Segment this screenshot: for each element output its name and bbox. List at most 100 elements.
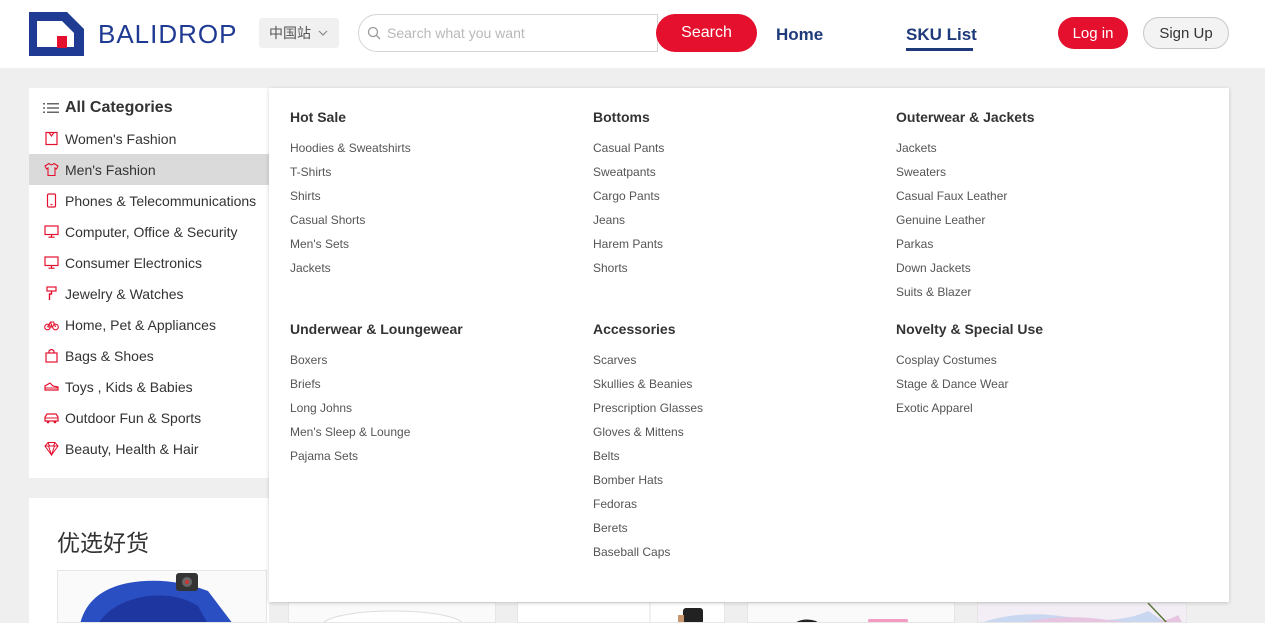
menu-link[interactable]: Men's Sleep & Lounge xyxy=(290,420,463,444)
menu-link[interactable]: Shirts xyxy=(290,184,411,208)
sidebar-item-label: Jewelry & Watches xyxy=(65,285,184,302)
menu-link[interactable]: Long Johns xyxy=(290,396,463,420)
sidebar-item-label: Computer, Office & Security xyxy=(65,223,238,240)
menu-link[interactable]: Scarves xyxy=(593,348,703,372)
menu-link[interactable]: Stage & Dance Wear xyxy=(896,372,1043,396)
menu-link[interactable]: Hoodies & Sweatshirts xyxy=(290,136,411,160)
menu-link[interactable]: Down Jackets xyxy=(896,256,1035,280)
menu-link[interactable]: Jackets xyxy=(290,256,411,280)
product-photo-fabric xyxy=(983,603,1182,622)
sidebar-item-toys-kids[interactable]: Toys , Kids & Babies xyxy=(29,371,269,402)
list-icon xyxy=(43,103,59,113)
menu-link[interactable]: Cargo Pants xyxy=(593,184,664,208)
sidebar-item-jewelry-watches[interactable]: Jewelry & Watches xyxy=(29,278,269,309)
signup-button[interactable]: Sign Up xyxy=(1143,17,1229,49)
menu-link[interactable]: Bomber Hats xyxy=(593,468,703,492)
menu-column-title[interactable]: Hot Sale xyxy=(290,108,411,126)
menu-link[interactable]: Sweaters xyxy=(896,160,1035,184)
menu-link[interactable]: Skullies & Beanies xyxy=(593,372,703,396)
menu-link[interactable]: Pajama Sets xyxy=(290,444,463,468)
product-image[interactable] xyxy=(977,602,1187,623)
shirt-icon xyxy=(44,162,59,177)
sidebar-item-label: Toys , Kids & Babies xyxy=(65,378,193,395)
monitor-icon xyxy=(44,225,59,238)
sidebar-item-beauty-health[interactable]: Beauty, Health & Hair xyxy=(29,433,269,464)
menu-link[interactable]: Jackets xyxy=(896,136,1035,160)
product-photo-wristband xyxy=(649,603,703,622)
search-button[interactable]: Search xyxy=(656,14,757,52)
menu-link[interactable]: Berets xyxy=(593,516,703,540)
menu-column-title[interactable]: Outerwear & Jackets xyxy=(896,108,1035,126)
sidebar-item-bags-shoes[interactable]: Bags & Shoes xyxy=(29,340,269,371)
menu-link[interactable]: Baseball Caps xyxy=(593,540,703,564)
diamond-icon xyxy=(44,442,59,456)
site-selector[interactable]: 中国站 xyxy=(259,18,339,48)
menu-link[interactable]: Parkas xyxy=(896,232,1035,256)
menu-column-title[interactable]: Bottoms xyxy=(593,108,664,126)
sidebar-item-label: Phones & Telecommunications xyxy=(65,192,257,209)
menu-column-title[interactable]: Novelty & Special Use xyxy=(896,320,1043,338)
menu-link[interactable]: Harem Pants xyxy=(593,232,664,256)
menu-link[interactable]: Cosplay Costumes xyxy=(896,348,1043,372)
sidebar-item-womens-fashion[interactable]: Women's Fashion xyxy=(29,123,269,154)
menu-link[interactable]: Men's Sets xyxy=(290,232,411,256)
all-categories-header[interactable]: All Categories xyxy=(43,98,173,118)
dress-icon xyxy=(45,131,58,146)
active-nav-underline xyxy=(906,48,973,51)
menu-link[interactable]: Belts xyxy=(593,444,703,468)
menu-column-title[interactable]: Underwear & Loungewear xyxy=(290,320,463,338)
search-icon xyxy=(367,26,381,40)
menu-link[interactable]: T-Shirts xyxy=(290,160,411,184)
menu-link[interactable]: Exotic Apparel xyxy=(896,396,1043,420)
mega-menu-dropdown: Hot Sale Hoodies & Sweatshirts T-Shirts … xyxy=(269,88,1229,602)
login-button[interactable]: Log in xyxy=(1058,17,1128,49)
sidebar-item-computer-office[interactable]: Computer, Office & Security xyxy=(29,216,269,247)
menu-link[interactable]: Shorts xyxy=(593,256,664,280)
category-sidebar: All Categories Women's Fashion Men's Fas… xyxy=(29,88,269,478)
menu-column-underwear: Underwear & Loungewear Boxers Briefs Lon… xyxy=(290,320,463,468)
brush-icon xyxy=(46,286,57,300)
nav-home-link[interactable]: Home xyxy=(776,25,823,45)
menu-link[interactable]: Briefs xyxy=(290,372,463,396)
menu-link[interactable]: Casual Faux Leather xyxy=(896,184,1035,208)
menu-link[interactable]: Genuine Leather xyxy=(896,208,1035,232)
sidebar-item-home-pet[interactable]: Home, Pet & Appliances xyxy=(29,309,269,340)
menu-column-title[interactable]: Accessories xyxy=(593,320,703,338)
bag-icon xyxy=(45,348,58,363)
menu-link[interactable]: Sweatpants xyxy=(593,160,664,184)
sidebar-item-label: Bags & Shoes xyxy=(65,347,154,364)
monitor-icon xyxy=(44,256,59,269)
sidebar-item-mens-fashion[interactable]: Men's Fashion xyxy=(29,154,269,185)
menu-link[interactable]: Fedoras xyxy=(593,492,703,516)
menu-link[interactable]: Suits & Blazer xyxy=(896,280,1035,304)
product-image[interactable] xyxy=(288,602,496,623)
sidebar-item-outdoor-sports[interactable]: Outdoor Fun & Sports xyxy=(29,402,269,433)
sidebar-item-phones[interactable]: Phones & Telecommunications xyxy=(29,185,269,216)
search-input[interactable] xyxy=(387,25,647,41)
product-image[interactable] xyxy=(57,570,267,623)
product-image[interactable] xyxy=(517,602,725,623)
menu-link[interactable]: Casual Shorts xyxy=(290,208,411,232)
sidebar-item-consumer-electronics[interactable]: Consumer Electronics xyxy=(29,247,269,278)
product-image[interactable] xyxy=(747,602,955,623)
menu-column-outerwear: Outerwear & Jackets Jackets Sweaters Cas… xyxy=(896,108,1035,304)
menu-link[interactable]: Casual Pants xyxy=(593,136,664,160)
menu-link[interactable]: Boxers xyxy=(290,348,463,372)
sidebar-item-label: Women's Fashion xyxy=(65,130,177,147)
sidebar-item-label: Outdoor Fun & Sports xyxy=(65,409,202,426)
car-icon xyxy=(44,413,59,424)
menu-link[interactable]: Gloves & Mittens xyxy=(593,420,703,444)
menu-link[interactable]: Jeans xyxy=(593,208,664,232)
site-selector-label: 中国站 xyxy=(269,25,311,41)
menu-column-accessories: Accessories Scarves Skullies & Beanies P… xyxy=(593,320,703,564)
logo[interactable]: BALIDROP xyxy=(29,12,238,56)
product-photo-lamp xyxy=(323,610,463,622)
menu-link[interactable]: Prescription Glasses xyxy=(593,396,703,420)
sidebar-item-label: Beauty, Health & Hair xyxy=(65,440,199,457)
shoe-icon xyxy=(44,382,59,391)
nav-sku-list-link[interactable]: SKU List xyxy=(906,25,977,45)
search-box xyxy=(358,14,658,52)
logo-text: BALIDROP xyxy=(98,18,238,49)
product-photo-shoe xyxy=(80,573,232,622)
menu-column-bottoms: Bottoms Casual Pants Sweatpants Cargo Pa… xyxy=(593,108,664,280)
